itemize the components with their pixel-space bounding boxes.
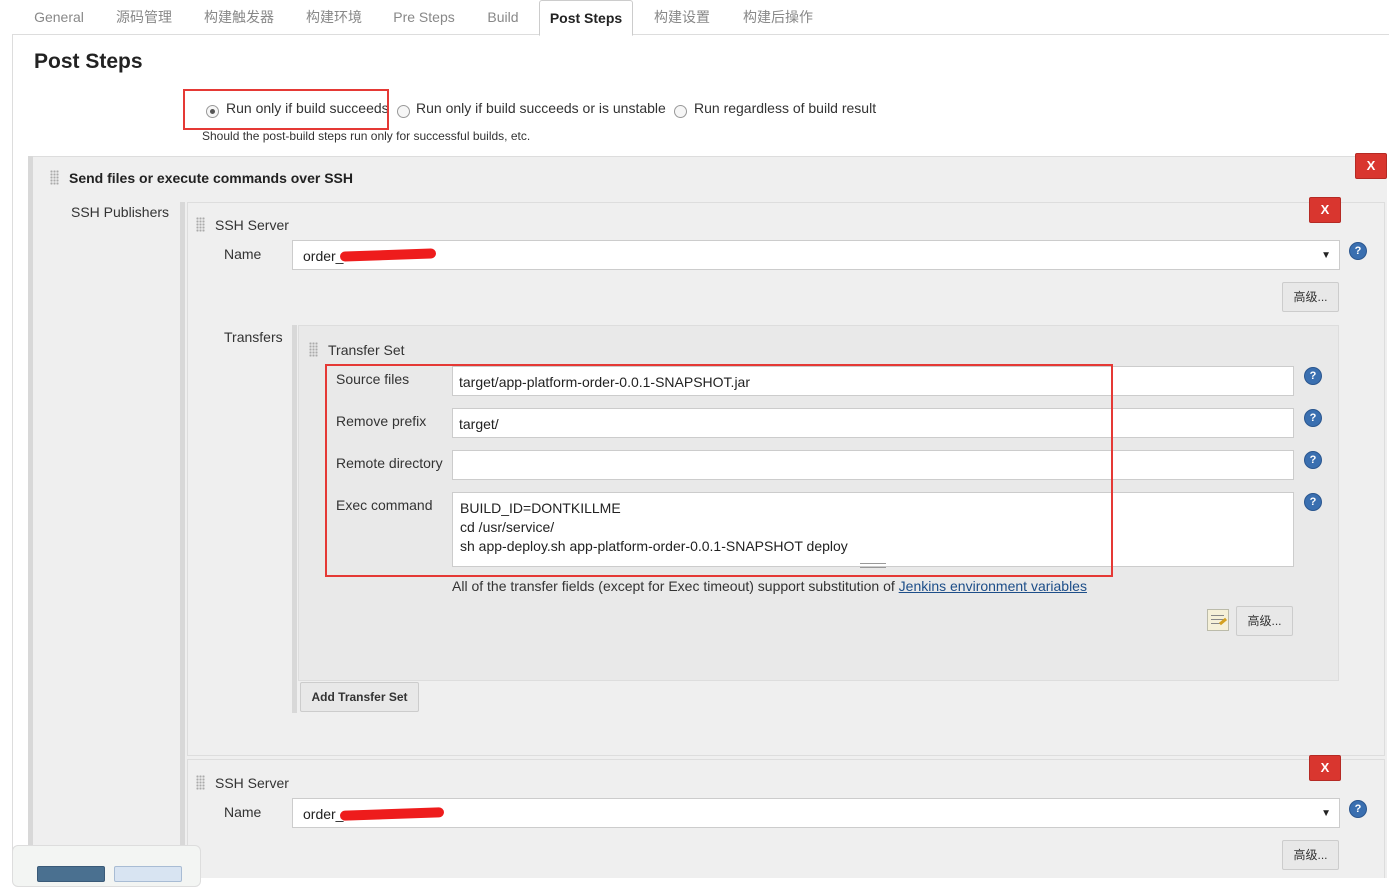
annotation-box-radio xyxy=(183,89,389,130)
server-name-value-1: order_ xyxy=(303,248,344,264)
help-icon[interactable]: ? xyxy=(1349,242,1367,260)
jenkins-env-vars-link[interactable]: Jenkins environment variables xyxy=(899,578,1087,594)
drag-handle-icon[interactable] xyxy=(309,342,318,357)
radio-label-run-regardless[interactable]: Run regardless of build result xyxy=(694,100,876,116)
publishers-left-bar xyxy=(180,202,185,877)
tab-build-settings[interactable]: 构建设置 xyxy=(643,0,721,34)
server-name-value-2: order_ xyxy=(303,806,344,822)
help-icon[interactable]: ? xyxy=(1349,800,1367,818)
tab-source-management[interactable]: 源码管理 xyxy=(105,0,183,34)
help-icon[interactable]: ? xyxy=(1304,451,1322,469)
radio-run-regardless[interactable] xyxy=(674,105,687,118)
tab-build-triggers[interactable]: 构建触发器 xyxy=(193,0,285,34)
help-icon[interactable]: ? xyxy=(1304,409,1322,427)
transfers-left-bar xyxy=(292,325,297,713)
builder-left-bar xyxy=(28,156,33,877)
server-name-select-2[interactable]: order_ ▼ xyxy=(292,798,1340,828)
help-icon[interactable]: ? xyxy=(1304,367,1322,385)
delete-builder-button[interactable]: X xyxy=(1355,153,1387,179)
add-transfer-set-button[interactable]: Add Transfer Set xyxy=(300,682,419,712)
advanced-button-2[interactable]: 高级... xyxy=(1282,840,1339,870)
delete-server-button-1[interactable]: X xyxy=(1309,197,1341,223)
help-icon[interactable]: ? xyxy=(1304,493,1322,511)
ssh-server-title-2: SSH Server xyxy=(215,775,289,791)
drag-handle-icon[interactable] xyxy=(196,217,205,232)
radio-label-run-if-succeeds-or-unstable[interactable]: Run only if build succeeds or is unstabl… xyxy=(416,100,666,116)
advanced-button-1[interactable]: 高级... xyxy=(1282,282,1339,312)
delete-server-button-2[interactable]: X xyxy=(1309,755,1341,781)
tab-post-build-actions[interactable]: 构建后操作 xyxy=(731,0,825,34)
tab-post-steps[interactable]: Post Steps xyxy=(539,0,633,36)
server-name-label-1: Name xyxy=(224,246,262,262)
radio-run-if-succeeds-or-unstable[interactable] xyxy=(397,105,410,118)
annotation-box-transfer xyxy=(325,364,1113,577)
advanced-button-transfer[interactable]: 高级... xyxy=(1236,606,1293,636)
drag-handle-icon[interactable] xyxy=(50,170,59,185)
notepad-icon[interactable] xyxy=(1207,609,1229,631)
builder-title: Send files or execute commands over SSH xyxy=(69,170,353,186)
save-button[interactable] xyxy=(37,866,105,882)
ssh-publishers-label: SSH Publishers xyxy=(71,204,170,220)
drag-handle-icon[interactable] xyxy=(196,775,205,790)
transfer-note-text: All of the transfer fields (except for E… xyxy=(452,578,899,594)
apply-button[interactable] xyxy=(114,866,182,882)
transfer-set-title: Transfer Set xyxy=(328,342,405,358)
chevron-down-icon: ▼ xyxy=(1321,250,1331,261)
transfer-note: All of the transfer fields (except for E… xyxy=(452,578,1087,594)
tab-pre-steps[interactable]: Pre Steps xyxy=(383,0,465,34)
page-title: Post Steps xyxy=(34,50,143,73)
ssh-server-title-1: SSH Server xyxy=(215,217,289,233)
post-steps-hint: Should the post-build steps run only for… xyxy=(202,129,531,143)
tab-bar: General 源码管理 构建触发器 构建环境 Pre Steps Build … xyxy=(13,0,1389,36)
transfers-label: Transfers xyxy=(224,329,283,345)
tab-general[interactable]: General xyxy=(23,0,95,34)
page-left-border xyxy=(12,34,13,877)
server-name-select-1[interactable]: order_ ▼ xyxy=(292,240,1340,270)
chevron-down-icon: ▼ xyxy=(1321,808,1331,819)
tab-build[interactable]: Build xyxy=(475,0,531,34)
server-name-label-2: Name xyxy=(224,804,262,820)
tab-build-environment[interactable]: 构建环境 xyxy=(295,0,373,34)
